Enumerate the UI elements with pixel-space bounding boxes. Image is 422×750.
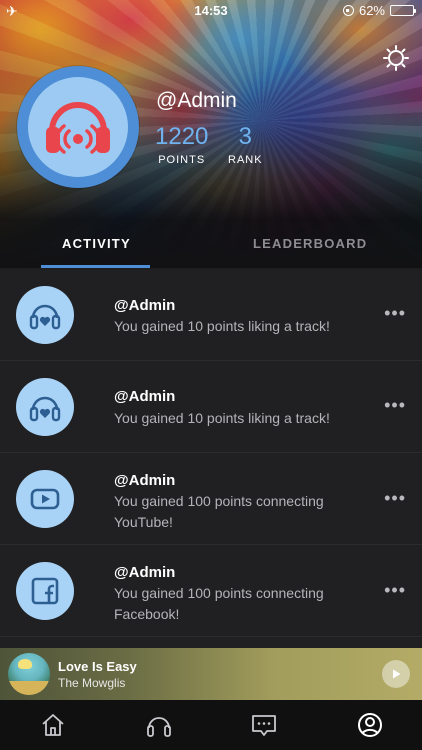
activity-user: @Admin <box>114 472 176 489</box>
rank-stat: 3 RANK <box>228 123 263 166</box>
profile-username: @Admin <box>156 89 237 112</box>
profile-icon[interactable] <box>356 711 384 739</box>
settings-gear-icon[interactable] <box>382 44 410 72</box>
youtube-icon <box>16 470 74 528</box>
avatar-headphones-icon <box>28 77 128 177</box>
points-label: POINTS <box>158 154 206 166</box>
activity-user: @Admin <box>114 564 176 581</box>
bottom-nav <box>0 700 422 750</box>
status-right: 62% <box>342 3 416 18</box>
activity-text: You gained 100 points connecting YouTube… <box>114 493 324 530</box>
play-icon <box>393 669 401 679</box>
activity-feed[interactable]: @Admin You gained 10 points liking a tra… <box>0 270 422 648</box>
status-bar: ✈ 14:53 62% <box>0 0 422 22</box>
battery-icon <box>390 5 416 16</box>
list-item[interactable]: @Admin You gained 100 points connecting … <box>0 545 422 637</box>
list-item[interactable]: @Admin You gained 10 points liking a tra… <box>0 270 422 361</box>
active-tab-indicator <box>41 265 150 268</box>
mini-player[interactable]: Love Is Easy The Mowglis <box>0 648 422 700</box>
profile-tabs: ACTIVITY LEADERBOARD <box>0 228 422 270</box>
list-item[interactable]: @Admin You gained 100 points connecting … <box>0 453 422 545</box>
rank-value: 3 <box>238 123 252 150</box>
album-art <box>8 653 50 695</box>
album-art-ground <box>8 681 50 695</box>
activity-user: @Admin <box>114 388 176 405</box>
more-options-icon[interactable]: ••• <box>384 395 406 416</box>
more-options-icon[interactable]: ••• <box>384 580 406 601</box>
orientation-lock-icon <box>342 5 354 16</box>
activity-user: @Admin <box>114 297 176 314</box>
headphones-heart-icon <box>16 286 74 344</box>
track-artist: The Mowglis <box>58 676 126 690</box>
rank-label: RANK <box>228 154 263 166</box>
facebook-icon <box>16 562 74 620</box>
play-button[interactable] <box>382 660 410 688</box>
tab-activity[interactable]: ACTIVITY <box>62 236 131 251</box>
avatar[interactable] <box>17 66 139 188</box>
tab-leaderboard[interactable]: LEADERBOARD <box>253 236 367 251</box>
activity-text: You gained 10 points liking a track! <box>114 410 330 426</box>
points-value: 1220 <box>155 123 209 150</box>
headphones-icon[interactable] <box>145 711 173 739</box>
battery-percent: 62% <box>358 3 385 18</box>
album-art-sun <box>18 659 32 669</box>
points-stat: 1220 POINTS <box>155 123 208 166</box>
headphones-heart-icon <box>16 378 74 436</box>
more-options-icon[interactable]: ••• <box>384 303 406 324</box>
track-title: Love Is Easy <box>58 659 137 674</box>
activity-text: You gained 10 points liking a track! <box>114 318 330 334</box>
list-item[interactable]: @Admin You gained 10 points liking a tra… <box>0 361 422 453</box>
chat-icon[interactable] <box>250 711 278 739</box>
more-options-icon[interactable]: ••• <box>384 488 406 509</box>
activity-text: You gained 100 points connecting Faceboo… <box>114 585 324 622</box>
home-icon[interactable] <box>39 711 67 739</box>
